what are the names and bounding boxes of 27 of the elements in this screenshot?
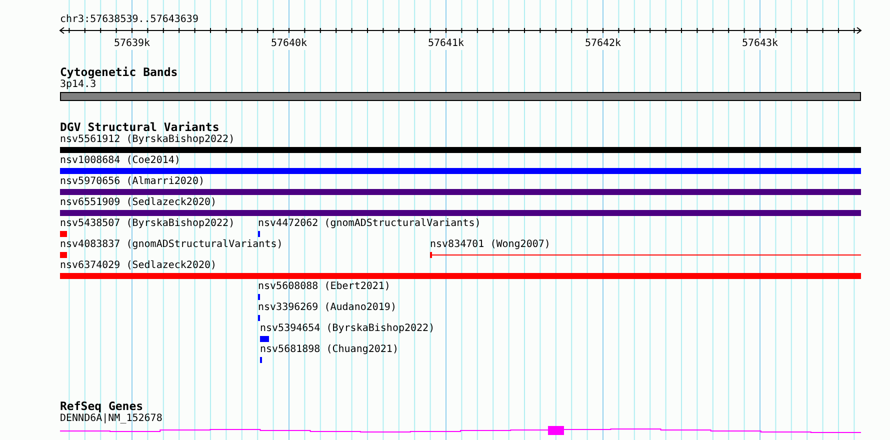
feature-label: nsv5394654 (ByrskaBishop2022) [260, 323, 435, 335]
feature-label: 3p14.3 [60, 79, 96, 91]
feature-label: nsv6551909 (Sedlazeck2020) [60, 197, 217, 209]
region-label: chr3:57638539..57643639 [60, 14, 198, 26]
feature-label: nsv5608088 (Ebert2021) [258, 281, 390, 293]
ruler-tick-label: 57639k [114, 38, 150, 50]
track-title: Cytogenetic Bands [60, 66, 178, 79]
ruler-tick-label: 57642k [584, 38, 622, 50]
track-title: DGV Structural Variants [60, 121, 220, 134]
feature-label: nsv834701 (Wong2007) [430, 239, 550, 251]
feature-label: DENND6A|NM_152678 [60, 413, 162, 425]
cytoband[interactable] [60, 92, 861, 101]
feature-label: nsv3396269 (Audano2019) [258, 302, 396, 314]
feature-label: nsv4472062 (gnomADStructuralVariants) [258, 218, 481, 230]
feature-label: nsv1008684 (Coe2014) [60, 155, 180, 167]
ruler-tick-label: 57641k [428, 38, 464, 50]
feature-label: nsv6374029 (Sedlazeck2020) [60, 260, 217, 272]
feature-label: nsv5561912 (ByrskaBishop2022) [60, 134, 235, 146]
feature-label: nsv5970656 (Almarri2020) [60, 176, 204, 188]
feature-label: nsv4083837 (gnomADStructuralVariants) [60, 239, 283, 251]
gene-model-drawing[interactable] [60, 425, 861, 436]
ruler-tick-label: 57640k [270, 38, 308, 50]
feature-label: nsv5681898 (Chuang2021) [260, 344, 398, 356]
feature-label: nsv5438507 (ByrskaBishop2022) [60, 218, 235, 230]
track-title: RefSeq Genes [60, 400, 144, 413]
variant-feature[interactable] [430, 252, 861, 258]
ruler-tick-label: 57643k [742, 38, 778, 50]
